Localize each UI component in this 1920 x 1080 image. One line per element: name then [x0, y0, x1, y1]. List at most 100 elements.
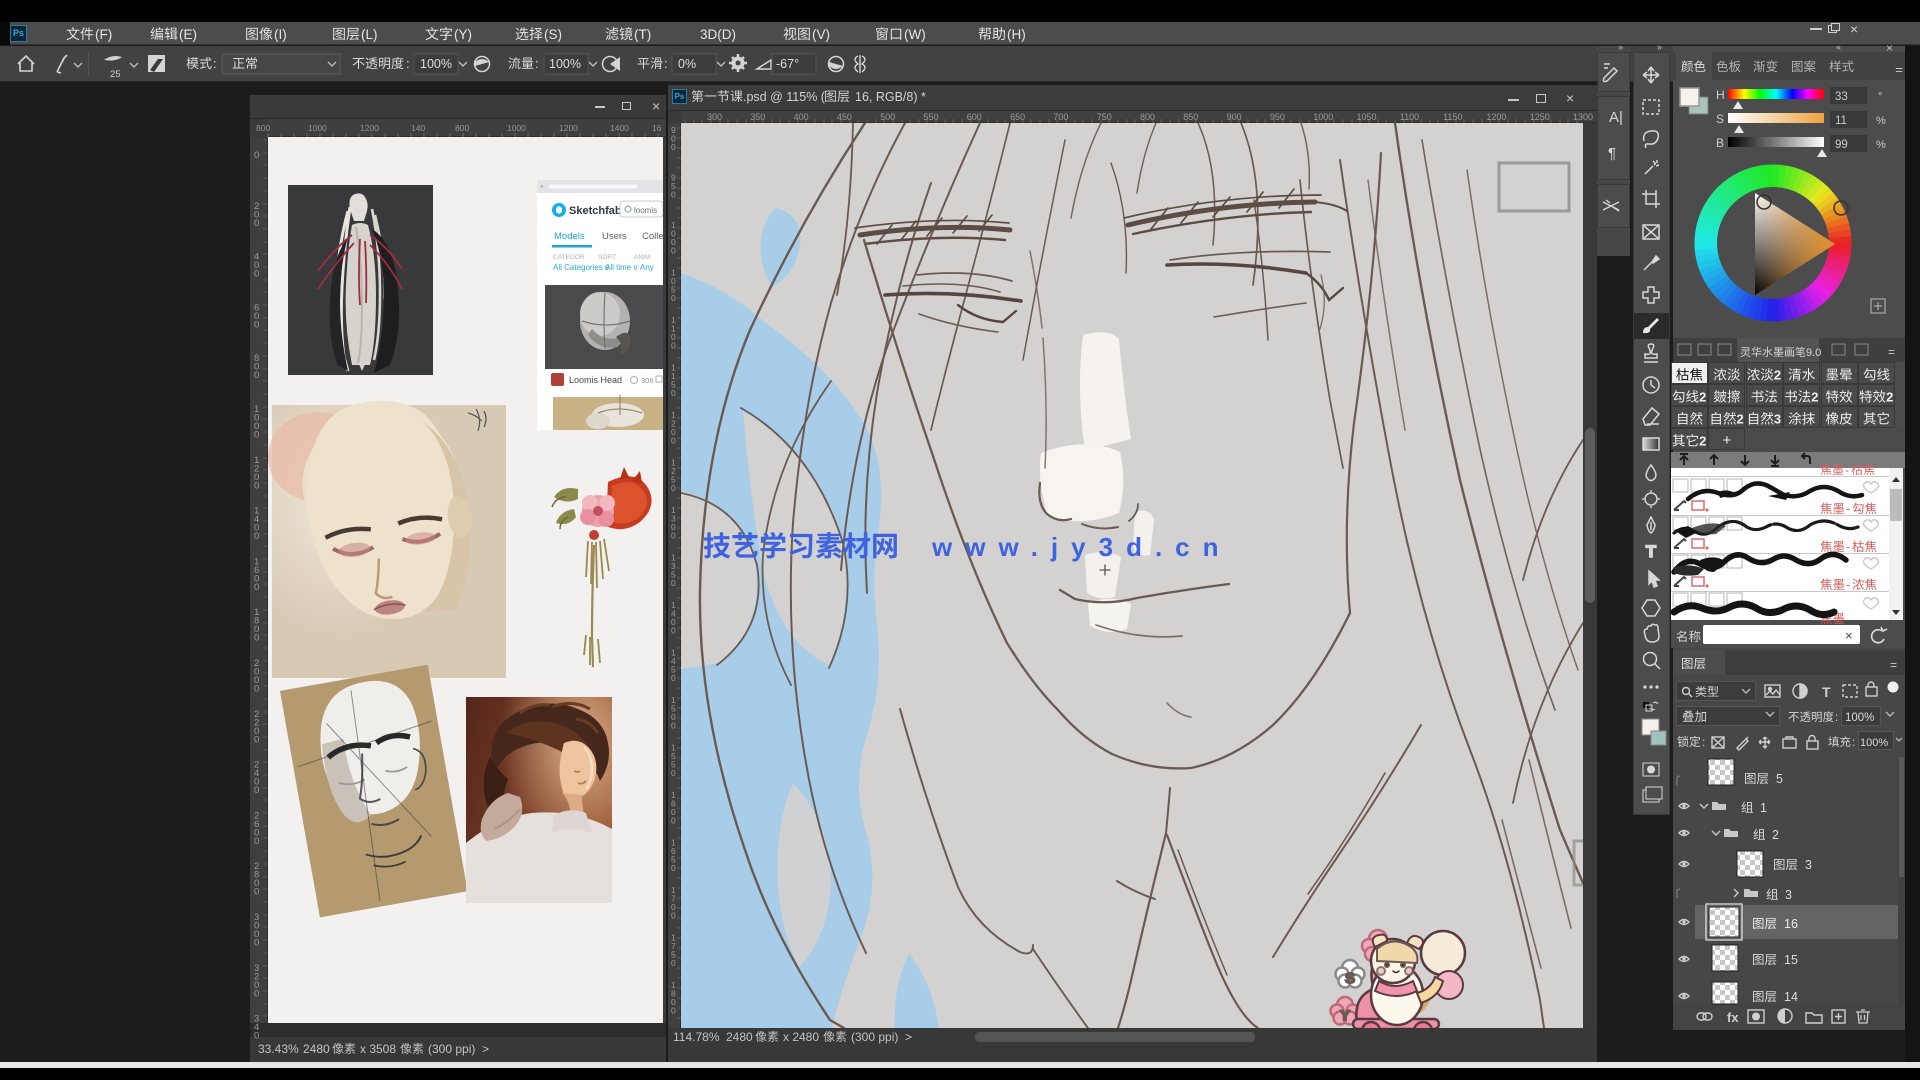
svg-text:1150: 1150	[1443, 112, 1462, 122]
svg-text:2480: 2480	[726, 1030, 753, 1044]
svg-text:0: 0	[671, 190, 676, 200]
svg-text:3: 3	[1785, 888, 1792, 902]
svg-text:800: 800	[256, 123, 270, 133]
svg-text::: :	[406, 56, 410, 71]
svg-text:0: 0	[671, 626, 676, 636]
svg-text:0: 0	[671, 388, 676, 398]
svg-text:0: 0	[254, 684, 259, 695]
svg-text:1200: 1200	[559, 123, 578, 133]
svg-text:0: 0	[254, 150, 259, 161]
svg-text:%: %	[1876, 115, 1886, 127]
svg-text:33.43%: 33.43%	[258, 1042, 299, 1056]
svg-text:0: 0	[254, 480, 259, 491]
svg-text:140: 140	[411, 123, 425, 133]
svg-text:600: 600	[967, 112, 982, 122]
svg-text:650: 650	[1010, 112, 1025, 122]
svg-text:16: 16	[652, 123, 662, 133]
svg-text:1000: 1000	[1313, 112, 1333, 122]
svg-text:3: 3	[1774, 412, 1781, 427]
svg-text:(300 ppi): (300 ppi)	[851, 1030, 898, 1044]
svg-text:0: 0	[671, 911, 676, 921]
svg-text:1050: 1050	[1357, 112, 1377, 122]
svg-text::: :	[535, 56, 539, 71]
svg-text:0: 0	[671, 1006, 676, 1016]
svg-text:0: 0	[254, 1031, 259, 1042]
svg-text:(E): (E)	[179, 27, 197, 42]
svg-text:-: -	[1845, 463, 1849, 477]
svg-text:800: 800	[455, 123, 469, 133]
svg-text:(T): (T)	[634, 27, 651, 42]
svg-text:0: 0	[254, 319, 259, 330]
svg-text:3: 3	[1805, 858, 1812, 872]
svg-text::: :	[1702, 735, 1705, 749]
svg-text:(V): (V)	[812, 27, 830, 42]
svg-text:0: 0	[254, 430, 259, 441]
svg-text:0: 0	[254, 988, 259, 999]
svg-text:0: 0	[254, 836, 259, 847]
svg-text:B: B	[1716, 136, 1724, 150]
svg-text:2: 2	[1772, 828, 1779, 842]
svg-text:0: 0	[671, 863, 676, 873]
svg-text:2480: 2480	[303, 1042, 330, 1056]
svg-text:2: 2	[1811, 390, 1818, 405]
svg-text:www.jy3d.cn: www.jy3d.cn	[931, 532, 1232, 562]
svg-text:0: 0	[671, 721, 676, 731]
svg-text:1300: 1300	[1573, 112, 1593, 122]
svg-text:(L): (L)	[361, 27, 378, 42]
svg-text:1000: 1000	[507, 123, 526, 133]
svg-text:×: ×	[1845, 628, 1853, 643]
svg-text:0: 0	[254, 734, 259, 745]
svg-text:(I): (I)	[274, 27, 287, 42]
svg-text:2: 2	[1699, 434, 1706, 449]
svg-text:800: 800	[1140, 112, 1155, 122]
svg-text:(300 ppi): (300 ppi)	[428, 1042, 475, 1056]
svg-text:0: 0	[671, 436, 676, 446]
svg-text:500: 500	[880, 112, 895, 122]
svg-text:700: 700	[1053, 112, 1068, 122]
svg-text:.psd @ 115% (: .psd @ 115% (	[743, 90, 826, 104]
svg-text:0: 0	[671, 142, 676, 152]
svg-text:«: «	[1836, 42, 1841, 52]
svg-text:0: 0	[671, 483, 676, 493]
svg-text:750: 750	[1097, 112, 1112, 122]
svg-text:0: 0	[671, 531, 676, 541]
svg-text:fx: fx	[1727, 1010, 1739, 1025]
svg-text:100%: 100%	[549, 57, 581, 71]
svg-text:H: H	[1716, 88, 1725, 102]
svg-text:15: 15	[1784, 953, 1798, 967]
svg-text:>: >	[905, 1030, 912, 1044]
svg-text:(S): (S)	[544, 27, 562, 42]
svg-text:¶: ¶	[1608, 145, 1616, 162]
svg-text:950: 950	[1270, 112, 1285, 122]
svg-text:16, RGB/8) *: 16, RGB/8) *	[855, 90, 926, 104]
svg-text:(H): (H)	[1007, 27, 1026, 42]
svg-text:»: »	[1618, 42, 1623, 52]
svg-text:0: 0	[254, 370, 259, 381]
svg-text:1000: 1000	[308, 123, 327, 133]
svg-text:0: 0	[671, 816, 676, 826]
svg-text:×: ×	[1886, 41, 1893, 55]
svg-text:=: =	[1888, 345, 1895, 359]
svg-text:100%: 100%	[1845, 712, 1874, 724]
svg-text:0: 0	[254, 887, 259, 898]
svg-text:300: 300	[707, 112, 722, 122]
svg-text:850: 850	[1183, 112, 1198, 122]
svg-text:-: -	[1846, 540, 1850, 554]
svg-text:2: 2	[1886, 390, 1893, 405]
svg-text:x 2480: x 2480	[783, 1030, 819, 1044]
svg-text:0: 0	[254, 785, 259, 796]
svg-text:0: 0	[671, 673, 676, 683]
svg-text:5: 5	[1776, 772, 1783, 786]
svg-text:S: S	[1716, 112, 1724, 126]
svg-text:(Y): (Y)	[454, 27, 472, 42]
svg-text:0%: 0%	[678, 57, 696, 71]
svg-text::: :	[1852, 737, 1855, 749]
svg-text:x 3508: x 3508	[360, 1042, 396, 1056]
svg-text:14: 14	[1784, 990, 1798, 1004]
svg-text:0: 0	[671, 768, 676, 778]
svg-text:1100: 1100	[1400, 112, 1419, 122]
svg-text:100%: 100%	[1860, 737, 1888, 749]
svg-text:=: =	[1890, 658, 1897, 672]
svg-text:1400: 1400	[610, 123, 629, 133]
svg-text:=: =	[1895, 62, 1903, 77]
